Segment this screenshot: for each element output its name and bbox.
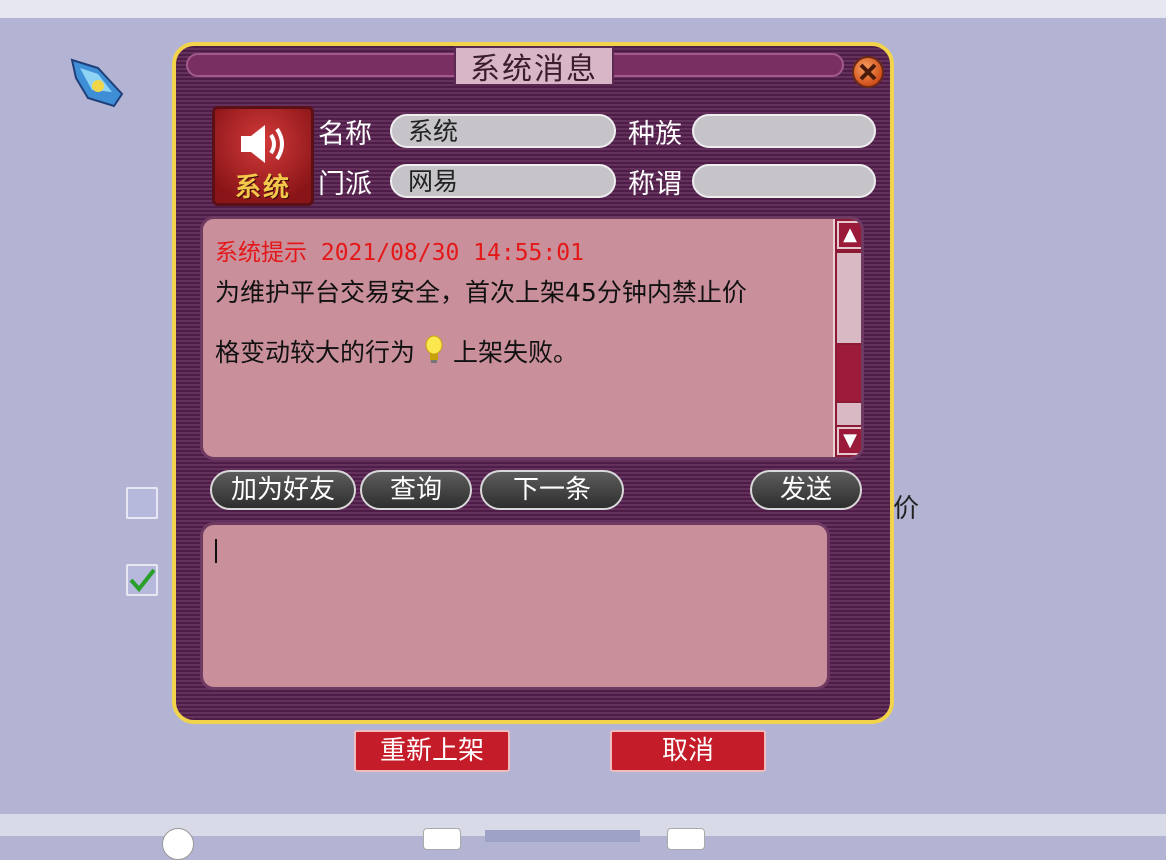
sect-label: 门派 xyxy=(318,169,372,200)
close-button[interactable] xyxy=(852,56,884,88)
avatar-label: 系统 xyxy=(234,173,291,203)
scroll-up-icon[interactable]: ▲ xyxy=(837,221,861,249)
bottom-radio[interactable] xyxy=(162,828,194,860)
bottom-slider[interactable] xyxy=(485,830,640,842)
name-label: 名称 xyxy=(318,119,372,150)
speaker-icon xyxy=(241,125,284,163)
confirm-checkbox[interactable] xyxy=(126,564,158,596)
query-button[interactable]: 查询 xyxy=(360,470,472,510)
bottom-field-left[interactable] xyxy=(423,828,461,850)
price-checkbox[interactable] xyxy=(126,487,158,519)
sect-field: 网易 xyxy=(390,164,616,198)
message-line-2-start: 格变动较大的行为 xyxy=(215,338,416,367)
relist-button[interactable]: 重新上架 xyxy=(354,730,510,772)
top-bar xyxy=(0,0,1166,18)
price-label: 价 xyxy=(893,494,920,524)
bottom-bar xyxy=(0,814,1166,860)
next-button[interactable]: 下一条 xyxy=(480,470,624,510)
message-scrollbar[interactable]: ▲ ▼ xyxy=(833,219,861,457)
name-field: 系统 xyxy=(390,114,616,148)
message-line-2: 格变动较大的行为 上架失败。 xyxy=(215,323,835,383)
close-icon xyxy=(859,63,877,81)
text-caret xyxy=(215,539,217,563)
scroll-down-icon[interactable]: ▼ xyxy=(837,427,861,455)
message-line-1: 为维护平台交易安全，首次上架45分钟内禁止价 xyxy=(215,278,747,307)
cancel-button[interactable]: 取消 xyxy=(610,730,766,772)
scroll-track-lower xyxy=(837,403,861,425)
race-field xyxy=(692,114,876,148)
message-body: 为维护平台交易安全，首次上架45分钟内禁止价 格变动较大的行为 上架失败。 xyxy=(215,263,835,383)
avatar: 系统 xyxy=(212,106,314,206)
send-button[interactable]: 发送 xyxy=(750,470,862,510)
dialog-title: 系统消息 xyxy=(454,46,614,87)
bottom-field-right[interactable] xyxy=(667,828,705,850)
message-header: 系统提示 2021/08/30 14:55:01 xyxy=(215,240,584,266)
scroll-thumb[interactable] xyxy=(837,345,861,401)
lightbulb-icon xyxy=(425,335,443,363)
title-field xyxy=(692,164,876,198)
title-label: 称谓 xyxy=(628,169,682,200)
message-panel: 系统提示 2021/08/30 14:55:01 为维护平台交易安全，首次上架4… xyxy=(200,216,864,460)
system-message-dialog: 系统消息 系统 名称 系统 种族 门派 网易 称谓 系统提示 2021/08/3… xyxy=(172,42,894,724)
message-input[interactable] xyxy=(200,522,830,690)
gem-icon xyxy=(70,58,124,108)
race-label: 种族 xyxy=(628,119,682,150)
add-friend-button[interactable]: 加为好友 xyxy=(210,470,356,510)
checkmark-icon xyxy=(129,568,156,593)
scroll-track xyxy=(837,253,861,343)
message-line-2-end: 上架失败。 xyxy=(453,338,579,367)
